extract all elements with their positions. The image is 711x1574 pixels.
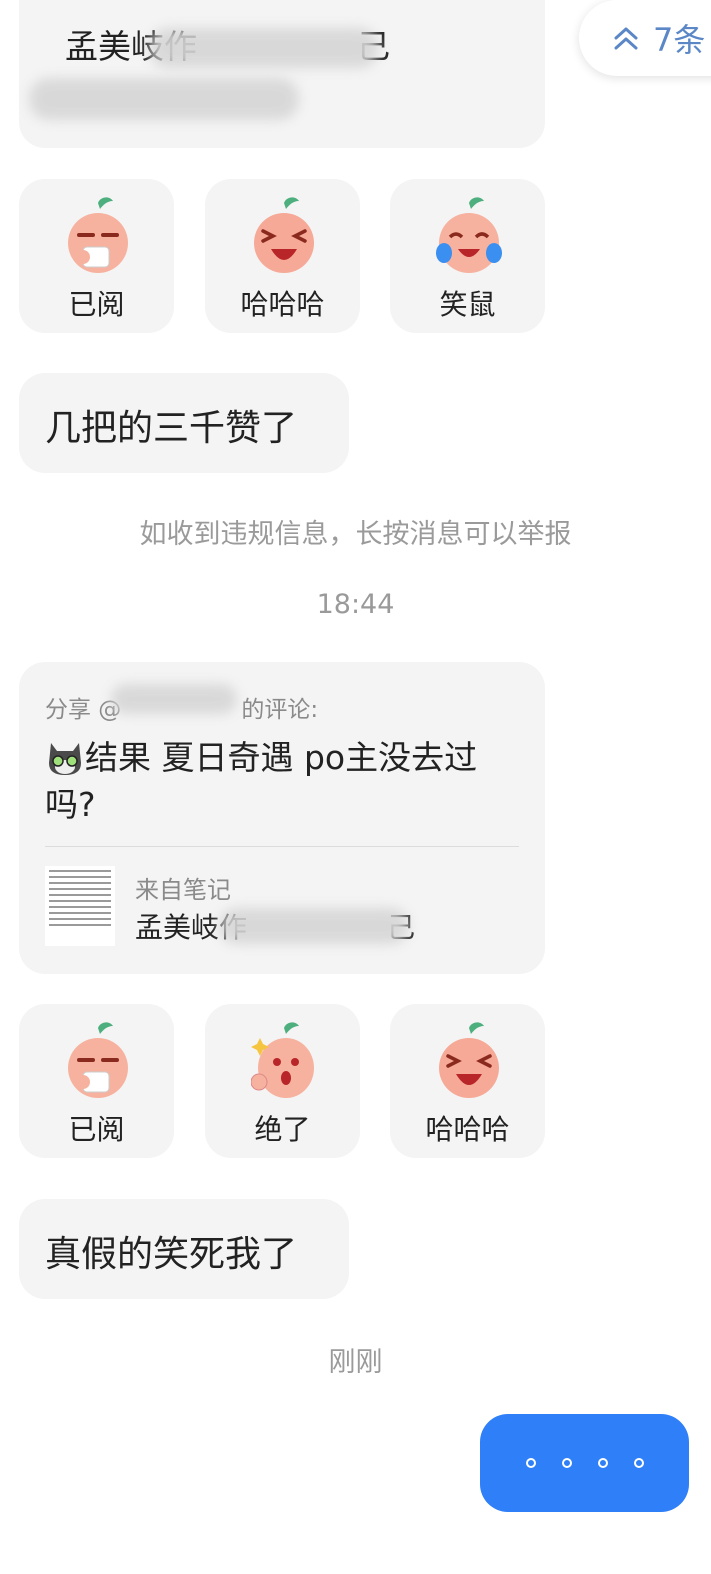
- quick-reply-sticker[interactable]: 已阅: [19, 1004, 174, 1158]
- timestamp: 刚刚: [328, 1347, 383, 1378]
- redacted-area: [111, 684, 237, 714]
- double-chevron-up-icon: [614, 27, 638, 50]
- unread-messages-button[interactable]: 7条: [579, 0, 711, 76]
- peach-cry-laugh-icon: [436, 197, 502, 273]
- quick-reply-sticker[interactable]: 已阅: [19, 179, 174, 333]
- peach-thumbs-up-icon: [251, 1022, 314, 1098]
- redacted-area: [149, 28, 379, 68]
- timestamp: 18:44: [316, 589, 395, 620]
- quick-reply-label: 哈哈哈: [425, 1113, 510, 1146]
- divider: [45, 846, 519, 847]
- quick-reply-label: 笑鼠: [439, 288, 496, 321]
- report-notice: 如收到违规信息，长按消息可以举报: [139, 519, 572, 550]
- shared-comment-text: 结果 夏日奇遇 po主没去过吗?: [45, 738, 478, 824]
- quick-reply-sticker[interactable]: 笑鼠: [390, 179, 545, 333]
- typing-indicator-bubble: [480, 1414, 689, 1512]
- message-text: 真假的笑死我了: [45, 1234, 298, 1275]
- message-card-top[interactable]: 孟美岐作己: [19, 0, 545, 148]
- peach-sip-icon: [68, 1022, 128, 1098]
- message-text: 几把的三千赞了: [45, 408, 298, 449]
- typing-dot: [525, 1458, 536, 1468]
- quick-reply-sticker[interactable]: 哈哈哈: [390, 1004, 545, 1158]
- quick-reply-label: 哈哈哈: [240, 288, 325, 321]
- typing-dot: [561, 1458, 572, 1468]
- quick-reply-label: 绝了: [254, 1113, 311, 1146]
- quick-reply-sticker[interactable]: 哈哈哈: [205, 179, 360, 333]
- note-thumbnail: [45, 866, 115, 946]
- shared-comment-card[interactable]: 分享 @的评论: 结果 夏日奇遇 po主没去过吗? 来自笔记 孟美岐作己: [19, 662, 545, 974]
- unread-count-label: 7条: [653, 21, 706, 59]
- message-bubble[interactable]: 真假的笑死我了: [19, 1199, 349, 1299]
- quick-reply-label: 已阅: [68, 1113, 125, 1146]
- peach-laugh-icon: [254, 197, 314, 273]
- quick-reply-label: 已阅: [68, 288, 125, 321]
- typing-dot: [597, 1458, 608, 1468]
- cat-avatar-icon: [49, 743, 81, 775]
- source-label: 来自笔记: [135, 876, 231, 904]
- typing-dot: [633, 1458, 644, 1468]
- message-bubble[interactable]: 几把的三千赞了: [19, 373, 349, 473]
- redacted-area: [219, 908, 409, 944]
- redacted-area: [29, 78, 299, 120]
- peach-sip-icon: [68, 197, 128, 273]
- peach-laugh-icon: [439, 1022, 499, 1098]
- quick-reply-sticker[interactable]: 绝了: [205, 1004, 360, 1158]
